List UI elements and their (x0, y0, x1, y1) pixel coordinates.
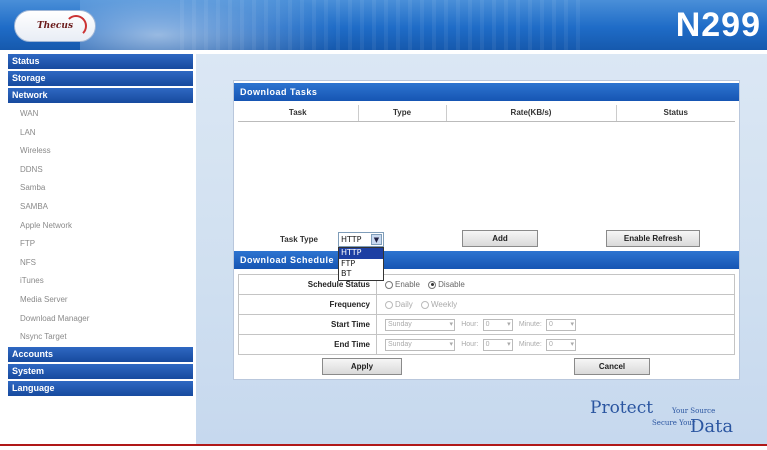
enable-radio-label: Enable (395, 280, 420, 290)
sidebar-item-nsync-target[interactable]: Nsync Target (8, 328, 193, 347)
column-header-status: Status (615, 105, 735, 122)
slogan-protect: Protect (590, 398, 654, 418)
sidebar-category-storage[interactable]: Storage (8, 71, 193, 86)
column-header-rate: Rate(KB/s) (445, 105, 616, 122)
end-time-row: End Time Sunday Hour: 0 Minute: 0 (238, 334, 735, 355)
download-tasks-table: Task Type Rate(KB/s) Status (238, 105, 735, 122)
sidebar: Status Storage Network WAN LAN Wireless … (8, 54, 193, 412)
start-time-label: Start Time (238, 314, 377, 335)
frequency-label: Frequency (238, 294, 377, 315)
column-header-type: Type (357, 105, 446, 122)
end-time-label: End Time (238, 334, 377, 355)
sidebar-item-nfs[interactable]: NFS (8, 254, 193, 273)
sidebar-category-system[interactable]: System (8, 363, 193, 379)
chevron-down-icon[interactable]: ▼ (371, 234, 382, 245)
end-minute-label: Minute: (518, 341, 542, 348)
frequency-row: Frequency Daily Weekly (238, 294, 735, 315)
download-manager-panel: Download Tasks Task Type Rate(KB/s) Stat… (233, 80, 740, 380)
frequency-options: Daily Weekly (376, 294, 735, 315)
task-type-value: HTTP (341, 235, 362, 244)
sidebar-category-network[interactable]: Network (8, 88, 193, 103)
end-minute-select[interactable]: 0 (546, 338, 577, 351)
sidebar-item-ddns[interactable]: DDNS (8, 161, 193, 180)
sidebar-item-samba-2[interactable]: SAMBA (8, 198, 193, 217)
download-tasks-header: Download Tasks (234, 83, 739, 101)
task-type-select[interactable]: HTTP ▼ (338, 232, 384, 247)
task-type-label: Task Type (280, 235, 318, 244)
header-banner: Thecus N299 (0, 0, 767, 50)
start-time-row: Start Time Sunday Hour: 0 Minute: 0 (238, 314, 735, 335)
schedule-status-options: Enable Disable (376, 274, 735, 295)
start-day-select[interactable]: Sunday (385, 318, 455, 331)
protect-your-data-slogan: Protect Your Source Secure Your Data (590, 398, 760, 442)
enable-refresh-button[interactable]: Enable Refresh (606, 230, 700, 247)
header-stripes (180, 0, 580, 50)
sidebar-item-apple-network[interactable]: Apple Network (8, 217, 193, 236)
disable-radio[interactable] (428, 280, 437, 289)
sidebar-item-itunes[interactable]: iTunes (8, 272, 193, 291)
daily-radio-label: Daily (395, 300, 413, 310)
model-name: N299 (675, 6, 761, 44)
start-minute-label: Minute: (518, 321, 542, 328)
daily-radio[interactable] (385, 300, 393, 309)
task-type-option-bt[interactable]: BT (339, 269, 383, 280)
sidebar-item-wan[interactable]: WAN (8, 105, 193, 124)
task-type-option-http[interactable]: HTTP (339, 248, 383, 259)
start-time-controls: Sunday Hour: 0 Minute: 0 (376, 314, 735, 335)
end-day-select[interactable]: Sunday (385, 338, 455, 351)
enable-radio[interactable] (385, 280, 393, 289)
end-hour-label: Hour: (461, 341, 479, 348)
disable-radio-label: Disable (438, 280, 465, 290)
cancel-button[interactable]: Cancel (574, 358, 650, 375)
sidebar-category-accounts[interactable]: Accounts (8, 346, 193, 362)
sidebar-item-download-manager[interactable]: Download Manager (8, 310, 193, 329)
sidebar-item-lan[interactable]: LAN (8, 124, 193, 143)
sidebar-item-media-server[interactable]: Media Server (8, 291, 193, 310)
add-button[interactable]: Add (462, 230, 538, 247)
start-hour-label: Hour: (461, 321, 479, 328)
schedule-status-row: Schedule Status Enable Disable (238, 274, 735, 295)
slogan-secure-your: Secure Your (652, 419, 696, 427)
download-schedule-table: Schedule Status Enable Disable Frequency… (238, 274, 735, 355)
sidebar-item-ftp[interactable]: FTP (8, 235, 193, 254)
sidebar-item-samba[interactable]: Samba (8, 179, 193, 198)
start-minute-select[interactable]: 0 (546, 318, 577, 331)
weekly-radio-label: Weekly (431, 300, 458, 310)
apply-button[interactable]: Apply (322, 358, 402, 375)
bottom-divider (0, 444, 767, 446)
end-hour-select[interactable]: 0 (482, 338, 513, 351)
slogan-your-source: Your Source (672, 407, 716, 415)
column-header-task: Task (238, 105, 358, 122)
sidebar-category-status[interactable]: Status (8, 54, 193, 69)
sidebar-item-wireless[interactable]: Wireless (8, 142, 193, 161)
logo-swirl-icon (65, 15, 87, 37)
task-type-option-ftp[interactable]: FTP (339, 259, 383, 270)
download-schedule-header: Download Schedule (234, 251, 739, 269)
sidebar-category-language[interactable]: Language (8, 380, 193, 396)
thecus-logo: Thecus (14, 10, 96, 42)
task-type-dropdown-list: HTTP FTP BT (338, 247, 384, 281)
weekly-radio[interactable] (421, 300, 430, 309)
end-time-controls: Sunday Hour: 0 Minute: 0 (376, 334, 735, 355)
slogan-data: Data (690, 416, 734, 437)
start-hour-select[interactable]: 0 (482, 318, 513, 331)
